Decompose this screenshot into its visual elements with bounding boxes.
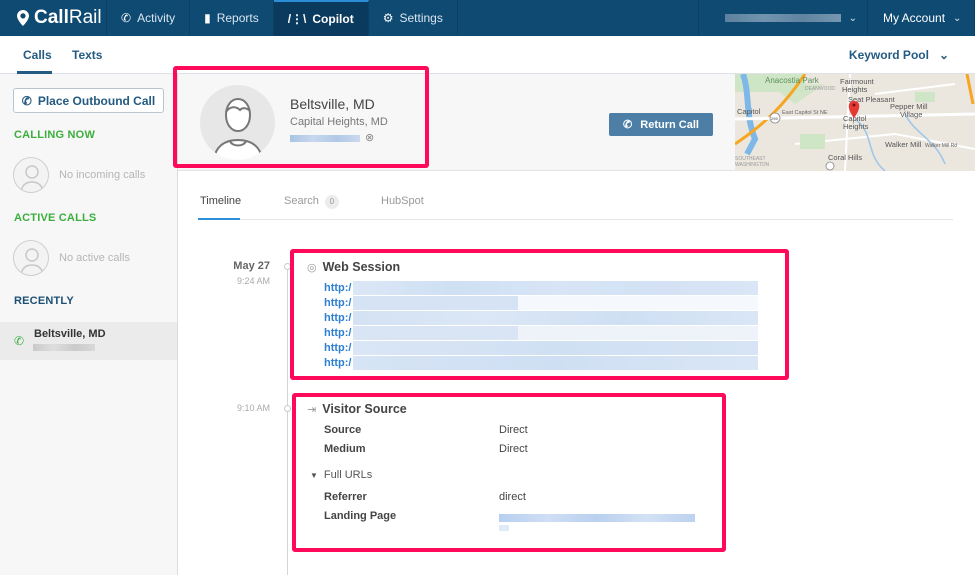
nav-settings-label: Settings	[399, 11, 443, 25]
no-active-row: No active calls	[13, 240, 130, 276]
nav-activity-label: Activity	[137, 11, 176, 25]
account-selector[interactable]: ⌄	[698, 0, 868, 36]
active-tab-indicator	[198, 218, 240, 220]
place-outbound-call-button[interactable]: ✆ Place Outbound Call	[13, 88, 164, 113]
my-account-label: My Account	[883, 11, 946, 25]
chevron-down-icon: ⌄	[938, 48, 949, 62]
location-pin-icon	[17, 10, 29, 26]
tab-search[interactable]: Search 0	[284, 195, 339, 209]
timeline-line	[287, 264, 288, 575]
outbound-label: Place Outbound Call	[37, 93, 156, 108]
no-incoming-text: No incoming calls	[59, 169, 146, 181]
active-calls-heading: ACTIVE CALLS	[14, 212, 97, 224]
phone-icon: ✆	[21, 93, 32, 108]
brand-bold: Call	[34, 7, 69, 28]
svg-text:East Capitol St NE: East Capitol St NE	[782, 110, 828, 116]
event-date: May 27	[233, 260, 270, 272]
phone-icon: ✆	[623, 119, 633, 131]
keyword-pool-label: Keyword Pool	[848, 48, 929, 62]
return-call-label: Return Call	[640, 118, 699, 131]
map-graphic: Anacostia Park Fairmount Heights DEANWOO…	[735, 74, 975, 171]
tab-calls[interactable]: Calls	[23, 48, 52, 62]
highlight-caller-info	[173, 66, 429, 168]
nav-reports-label: Reports	[216, 11, 259, 25]
svg-text:295: 295	[771, 116, 778, 121]
callrail-logo[interactable]: Call Rail	[0, 0, 107, 36]
phone-activity-icon: ✆	[121, 11, 132, 25]
svg-text:Heights: Heights	[843, 122, 869, 131]
nav-settings[interactable]: ⚙ Settings	[369, 0, 458, 36]
svg-text:Capitol: Capitol	[737, 107, 761, 116]
svg-text:WASHINGTON: WASHINGTON	[735, 162, 770, 168]
nav-activity[interactable]: ✆ Activity	[107, 0, 191, 36]
search-count-badge: 0	[324, 195, 339, 209]
chevron-down-icon: ⌄	[848, 12, 857, 24]
recently-heading: RECENTLY	[14, 295, 74, 307]
highlight-web-session	[290, 249, 789, 380]
no-active-text: No active calls	[59, 252, 130, 264]
bar-chart-icon: ▮	[204, 11, 211, 25]
redacted-phone-number	[33, 344, 95, 351]
nav-reports[interactable]: ▮ Reports	[190, 0, 274, 36]
avatar-placeholder-icon	[13, 157, 49, 193]
nav-copilot[interactable]: /⋮\ Copilot	[273, 0, 369, 36]
svg-text:Coral Hills: Coral Hills	[828, 153, 862, 162]
incoming-call-icon: ✆	[14, 334, 25, 348]
tab-texts[interactable]: Texts	[72, 48, 102, 62]
tab-search-label: Search	[284, 195, 319, 207]
no-incoming-row: No incoming calls	[13, 157, 145, 193]
return-call-button[interactable]: ✆ Return Call	[609, 113, 713, 136]
svg-text:Anacostia Park: Anacostia Park	[765, 76, 820, 85]
redacted-account-name	[725, 14, 841, 22]
my-account-menu[interactable]: My Account ⌄	[868, 0, 975, 36]
timeline-dot	[284, 405, 291, 412]
svg-text:Walker Mill Rd: Walker Mill Rd	[925, 143, 957, 149]
avatar-placeholder-icon	[13, 240, 49, 276]
event-time: 9:24 AM	[236, 276, 270, 286]
keyword-pool-dropdown[interactable]: Keyword Pool ⌄	[849, 48, 949, 62]
location-map[interactable]: Anacostia Park Fairmount Heights DEANWOO…	[735, 74, 975, 171]
tabs-divider	[198, 219, 953, 220]
chevron-down-icon: ⌄	[953, 12, 962, 24]
recent-call-name: Beltsville, MD	[34, 328, 106, 340]
event-time: 9:10 AM	[236, 403, 270, 413]
gear-icon: ⚙	[382, 11, 394, 25]
nav-copilot-label: Copilot	[312, 12, 354, 26]
recent-call-item[interactable]: ✆ Beltsville, MD	[0, 322, 177, 360]
tab-hubspot[interactable]: HubSpot	[381, 195, 424, 207]
sub-navbar: Calls Texts Keyword Pool ⌄	[0, 36, 975, 74]
svg-text:DEANWOOD: DEANWOOD	[805, 86, 835, 92]
highlight-visitor-source	[292, 393, 726, 552]
calls-sidebar: ✆ Place Outbound Call CALLING NOW No inco…	[0, 74, 178, 575]
tab-timeline[interactable]: Timeline	[200, 195, 241, 207]
brand-light: Rail	[68, 7, 102, 28]
calling-now-heading: CALLING NOW	[14, 129, 96, 141]
copilot-road-icon: /⋮\	[287, 12, 307, 26]
svg-text:Heights: Heights	[842, 85, 868, 94]
top-navbar: Call Rail ✆ Activity ▮ Reports /⋮\ Copilot ⚙…	[0, 0, 975, 36]
svg-text:Village: Village	[900, 110, 922, 119]
svg-text:Walker Mill: Walker Mill	[885, 140, 922, 149]
